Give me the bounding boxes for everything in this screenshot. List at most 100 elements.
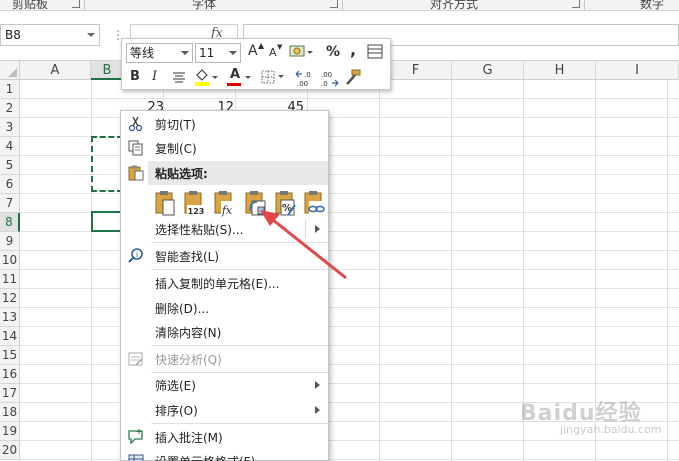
align-center-icon[interactable] <box>172 71 186 83</box>
menu-item-label: 选择性粘贴(S)... <box>155 223 244 237</box>
row-header-18[interactable]: 18 <box>0 403 20 422</box>
format-cells-icon <box>128 454 144 461</box>
clipboard-launcher-icon[interactable] <box>72 0 80 8</box>
ribbon-divider <box>584 0 585 10</box>
menu-item-copy[interactable]: 复制(C) <box>121 136 328 160</box>
decrease-decimal-icon[interactable]: .00 .0 <box>318 69 340 87</box>
watermark-url: jingyan.baidu.com <box>560 423 662 436</box>
ribbon-group-labels: 剪贴板 字体 对齐方式 数字 <box>0 0 679 11</box>
svg-text:.00: .00 <box>321 71 332 79</box>
row-header-5[interactable]: 5 <box>0 156 20 175</box>
column-header-a[interactable]: A <box>20 61 91 80</box>
font-size-value: 11 <box>199 46 215 60</box>
menu-item-label: 筛选(E) <box>155 379 196 393</box>
group-alignment-label: 对齐方式 <box>430 0 479 11</box>
row-header-16[interactable]: 16 <box>0 365 20 384</box>
menu-item-label: 删除(D)... <box>155 302 210 316</box>
ribbon-divider <box>342 0 343 10</box>
name-box[interactable]: B8 <box>0 24 100 46</box>
bold-button[interactable]: B <box>130 69 140 84</box>
font-color-button[interactable]: A <box>230 67 240 82</box>
row-header-4[interactable]: 4 <box>0 137 20 156</box>
ribbon-divider <box>84 0 85 10</box>
row-header-10[interactable]: 10 <box>0 251 20 270</box>
paste-default-icon[interactable] <box>153 189 177 217</box>
menu-item-label: 复制(C) <box>155 142 197 156</box>
menu-item-label: 智能查找(L) <box>155 250 220 264</box>
row-header-6[interactable]: 6 <box>0 175 20 194</box>
row-header-19[interactable]: 19 <box>0 422 20 441</box>
accounting-format-icon[interactable] <box>289 44 313 60</box>
shrink-font-caret-icon: ▼ <box>277 43 283 51</box>
paste-options-label: 粘贴选项: <box>155 167 208 181</box>
select-all-button[interactable] <box>0 61 20 80</box>
alignment-launcher-icon[interactable] <box>572 0 580 8</box>
menu-item-sort[interactable]: 排序(O) <box>121 398 328 422</box>
menu-item-delete[interactable]: 删除(D)... <box>121 296 328 320</box>
font-launcher-icon[interactable] <box>330 0 338 8</box>
row-header-8[interactable]: 8 <box>0 213 20 232</box>
chevron-right-icon <box>315 381 320 389</box>
svg-text:.00: .00 <box>297 80 308 87</box>
column-header-h[interactable]: H <box>524 61 596 80</box>
menu-item-filter[interactable]: 筛选(E) <box>121 373 328 397</box>
font-name-dropdown[interactable]: 等线 <box>126 43 193 63</box>
increase-decimal-icon[interactable]: .0 .00 <box>294 69 316 87</box>
row-header-20[interactable]: 20 <box>0 441 20 460</box>
group-clipboard-label: 剪贴板 <box>12 0 49 11</box>
format-painter-icon[interactable] <box>344 68 362 86</box>
row-header-9[interactable]: 9 <box>0 232 20 251</box>
row-header-17[interactable]: 17 <box>0 384 20 403</box>
menu-item-format-cells[interactable]: 设置单元格格式(F)... <box>121 449 328 461</box>
name-box-value: B8 <box>5 28 21 42</box>
row-header-14[interactable]: 14 <box>0 327 20 346</box>
borders-icon[interactable] <box>261 70 285 84</box>
paste-options-header: 粘贴选项: <box>148 161 328 185</box>
annotation-arrow <box>260 210 347 280</box>
row-header-7[interactable]: 7 <box>0 194 20 213</box>
chevron-down-icon[interactable] <box>229 51 237 55</box>
menu-separator <box>151 345 328 346</box>
copy-icon <box>128 140 143 156</box>
percent-button[interactable]: % <box>326 44 340 60</box>
font-color-swatch <box>227 83 241 86</box>
row-header-11[interactable]: 11 <box>0 270 20 289</box>
italic-button[interactable]: I <box>152 69 157 84</box>
smart-lookup-icon: i <box>128 248 143 263</box>
row-header-1[interactable]: 1 <box>0 80 20 99</box>
font-name-value: 等线 <box>130 46 155 60</box>
group-font-label: 字体 <box>192 0 217 11</box>
comment-icon <box>128 429 143 445</box>
menu-item-label: 排序(O) <box>155 404 198 418</box>
shrink-font-button[interactable]: A <box>269 46 277 59</box>
column-header-b[interactable]: B <box>91 61 124 80</box>
row-header-3[interactable]: 3 <box>0 118 20 137</box>
paste-formulas-icon[interactable]: fx <box>212 189 236 217</box>
row-header-12[interactable]: 12 <box>0 289 20 308</box>
chevron-down-icon[interactable] <box>181 51 189 55</box>
chevron-down-icon[interactable] <box>87 33 95 37</box>
column-header-g[interactable]: G <box>452 61 524 80</box>
paste-values-text: 123 <box>188 207 205 216</box>
row-header-2[interactable]: 2 <box>0 99 20 118</box>
column-header-i[interactable]: I <box>596 61 679 80</box>
svg-text:i: i <box>136 251 138 259</box>
menu-item-cut[interactable]: 剪切(T) <box>121 112 328 136</box>
svg-text:.0: .0 <box>304 71 311 79</box>
menu-item-insert-comment[interactable]: 插入批注(M) <box>121 425 328 449</box>
quick-analysis-icon <box>128 352 143 366</box>
paste-values-icon[interactable]: 123 <box>182 189 206 217</box>
grow-font-button[interactable]: A <box>248 43 258 59</box>
grow-font-caret-icon: ▲ <box>258 41 265 50</box>
menu-item-label: 快速分析(Q) <box>155 353 222 367</box>
chevron-down-icon[interactable] <box>244 75 252 81</box>
row-header-15[interactable]: 15 <box>0 346 20 365</box>
row-header-13[interactable]: 13 <box>0 308 20 327</box>
fill-color-icon[interactable] <box>193 67 219 87</box>
menu-item-clear[interactable]: 清除内容(N) <box>121 320 328 344</box>
font-size-dropdown[interactable]: 11 <box>195 43 241 63</box>
format-painter-table-icon[interactable] <box>367 44 383 59</box>
paste-formulas-text: fx <box>221 204 233 217</box>
menu-item-label: 插入批注(M) <box>155 431 223 445</box>
comma-button[interactable]: , <box>350 40 356 59</box>
